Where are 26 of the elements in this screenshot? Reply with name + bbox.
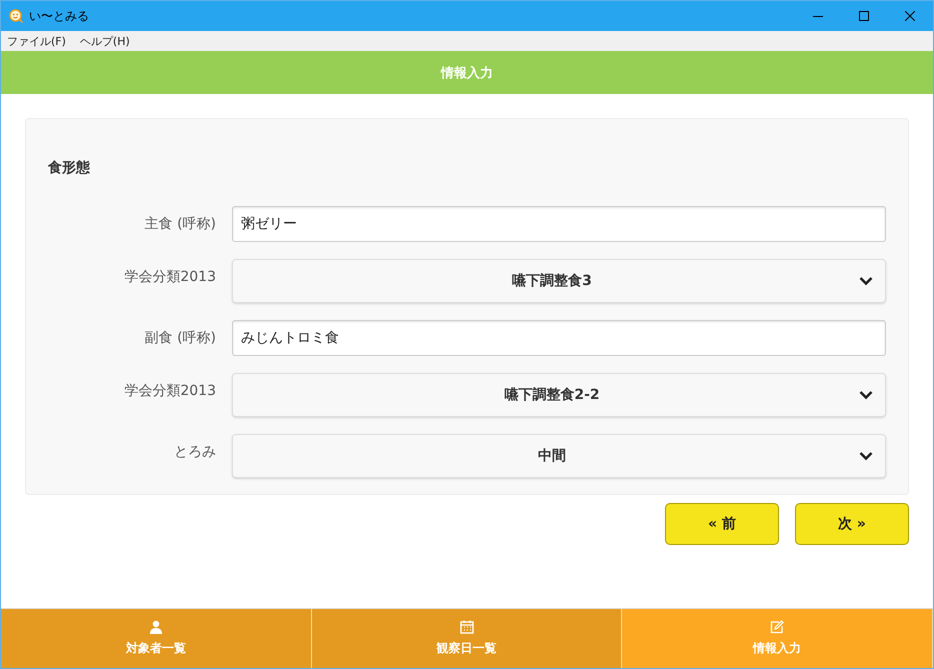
calendar-icon (460, 620, 474, 634)
field-label: 学会分類2013 (123, 268, 216, 286)
chevron-down-icon (859, 451, 873, 461)
field-label: 主食 (呼称) (144, 215, 216, 233)
dropdown[interactable]: 嚥下調整食2-2 (232, 373, 886, 417)
dropdown[interactable]: 嚥下調整食3 (232, 259, 886, 303)
menu-item[interactable]: ヘルプ(H) (80, 34, 130, 48)
maximize-icon[interactable] (859, 11, 869, 21)
section-title: 食形態 (48, 159, 91, 177)
window-title: い〜とみる (29, 8, 90, 24)
person-icon (148, 620, 163, 634)
field-label: とろみ (173, 443, 216, 461)
close-icon[interactable] (905, 11, 915, 21)
page-title: 情報入力 (441, 64, 493, 82)
input-field[interactable]: 粥ゼリー (232, 206, 886, 242)
chevron-down-icon (859, 276, 873, 286)
menu-item[interactable]: ファイル(F) (7, 34, 66, 48)
input-field[interactable]: みじんトロミ食 (232, 320, 886, 356)
edit-icon (770, 620, 784, 634)
smiley-icon (9, 9, 23, 23)
field-label: 学会分類2013 (123, 382, 216, 400)
dropdown[interactable]: 中間 (232, 434, 886, 478)
field-label: 副食 (呼称) (144, 329, 216, 347)
page-button[interactable]: 次 » (795, 503, 909, 545)
page-button[interactable]: « 前 (665, 503, 779, 545)
chevron-down-icon (859, 390, 873, 400)
